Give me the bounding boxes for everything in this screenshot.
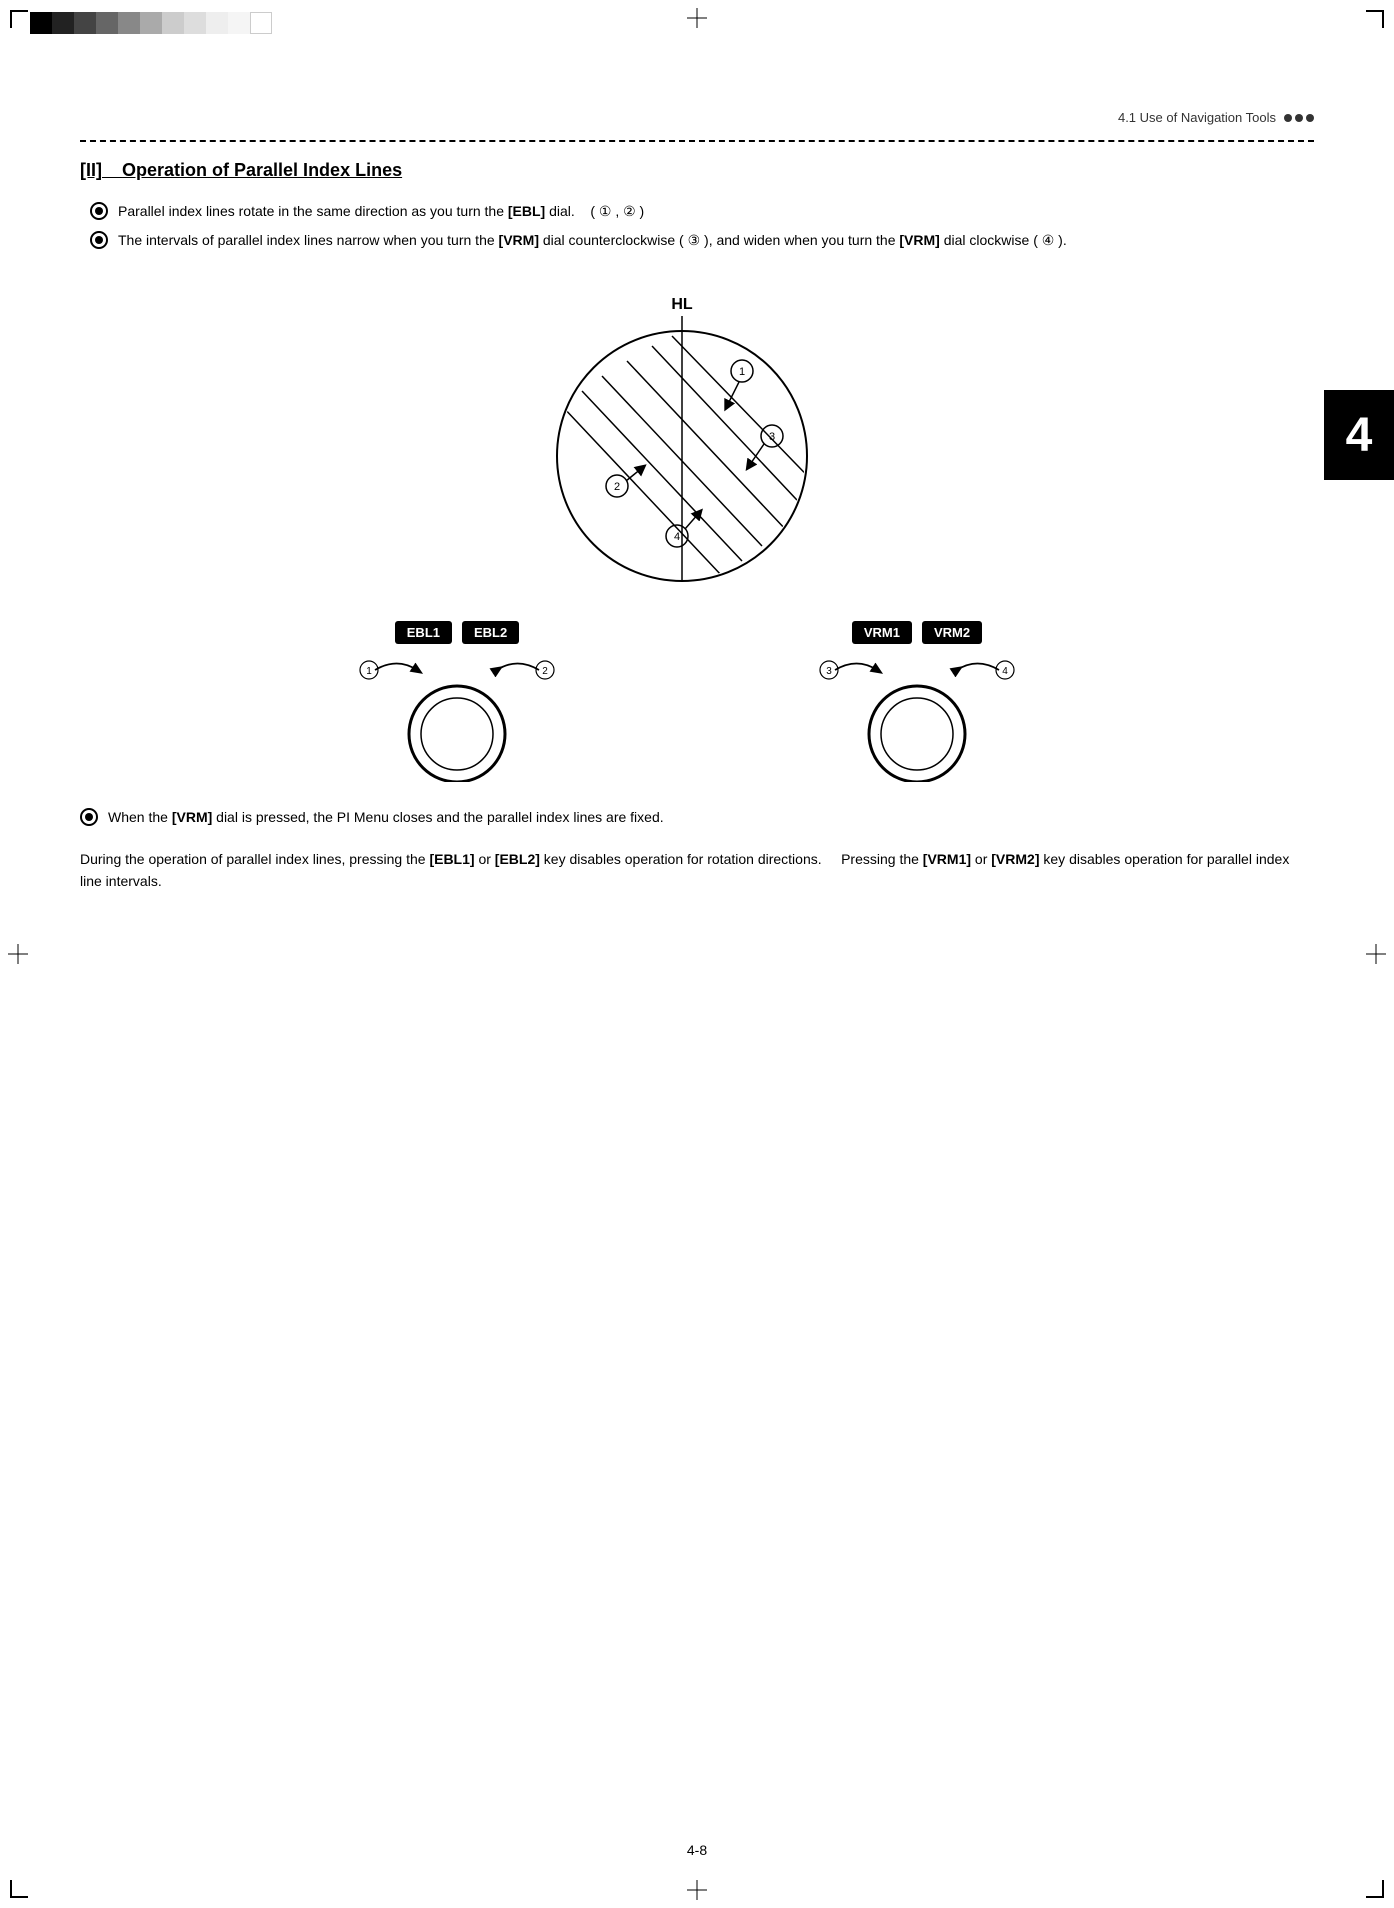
svg-text:2: 2	[542, 666, 548, 677]
grayscale-bar	[30, 12, 272, 34]
vrm2-label: VRM2	[922, 621, 982, 644]
header-dots	[1284, 114, 1314, 122]
section-reference: 4.1 Use of Navigation Tools	[1118, 110, 1276, 125]
corner-mark-bl	[10, 1880, 28, 1898]
vrm1-label: VRM1	[852, 621, 912, 644]
bullet-circle-inner-1	[95, 207, 103, 215]
bottom-paragraph: During the operation of parallel index l…	[80, 848, 1294, 893]
svg-text:4: 4	[674, 531, 680, 543]
crosshair-top	[687, 8, 707, 28]
bullet-text-1: Parallel index lines rotate in the same …	[118, 201, 644, 222]
note-bullet-text: When the [VRM] dial is pressed, the PI M…	[108, 807, 664, 828]
crosshair-bottom	[687, 1880, 707, 1900]
crosshair-left	[8, 944, 28, 964]
ebl2-label: EBL2	[462, 621, 519, 644]
section-title: [II] Operation of Parallel Index Lines	[80, 160, 1294, 181]
page-number: 4-8	[687, 1842, 707, 1858]
svg-text:3: 3	[769, 431, 775, 443]
note-bullet-inner	[85, 813, 93, 821]
corner-mark-tr	[1366, 10, 1384, 28]
ebl-labels: EBL1 EBL2	[395, 621, 519, 644]
bullet-text-2: The intervals of parallel index lines na…	[118, 230, 1067, 251]
dot-2	[1295, 114, 1303, 122]
bullet-list: Parallel index lines rotate in the same …	[90, 201, 1294, 251]
bottom-paragraph-text: During the operation of parallel index l…	[80, 848, 1294, 893]
svg-text:1: 1	[366, 666, 372, 677]
title-text: Operation of Parallel Index Lines	[122, 160, 402, 180]
main-content: [II] Operation of Parallel Index Lines P…	[80, 160, 1294, 923]
corner-mark-br	[1366, 1880, 1384, 1898]
main-diagram-svg: HL 1	[507, 271, 867, 631]
ebl1-label: EBL1	[395, 621, 452, 644]
bullet-circle-inner-2	[95, 236, 103, 244]
vrm-knob-svg: 3 4	[807, 652, 1027, 782]
svg-text:4: 4	[1002, 666, 1008, 677]
corner-mark-tl	[10, 10, 28, 28]
title-bracket: [II]	[80, 160, 102, 180]
dot-3	[1306, 114, 1314, 122]
ebl-knob-group: EBL1 EBL2 1 2	[347, 621, 567, 782]
ebl-knob-svg: 1 2	[347, 652, 567, 782]
dot-1	[1284, 114, 1292, 122]
dashed-separator	[80, 140, 1314, 142]
vrm-labels: VRM1 VRM2	[852, 621, 982, 644]
knob-row: EBL1 EBL2 1 2	[347, 621, 1027, 782]
bullet-item-1: Parallel index lines rotate in the same …	[90, 201, 1294, 222]
vrm-knob-group: VRM1 VRM2 3 4	[807, 621, 1027, 782]
chapter-number: 4	[1346, 408, 1373, 463]
svg-text:2: 2	[614, 481, 620, 493]
svg-text:1: 1	[739, 366, 745, 378]
diagram-area: HL 1	[80, 271, 1294, 893]
svg-text:HL: HL	[671, 296, 693, 313]
note-bullet-circle	[80, 808, 98, 826]
header-section: 4.1 Use of Navigation Tools	[1118, 110, 1314, 125]
bullet-circle-2	[90, 231, 108, 249]
chapter-tab: 4	[1324, 390, 1394, 480]
bullet-circle-1	[90, 202, 108, 220]
svg-text:3: 3	[826, 666, 832, 677]
bullet-item-2: The intervals of parallel index lines na…	[90, 230, 1294, 251]
crosshair-right	[1366, 944, 1386, 964]
note-bullet: When the [VRM] dial is pressed, the PI M…	[80, 807, 1294, 828]
